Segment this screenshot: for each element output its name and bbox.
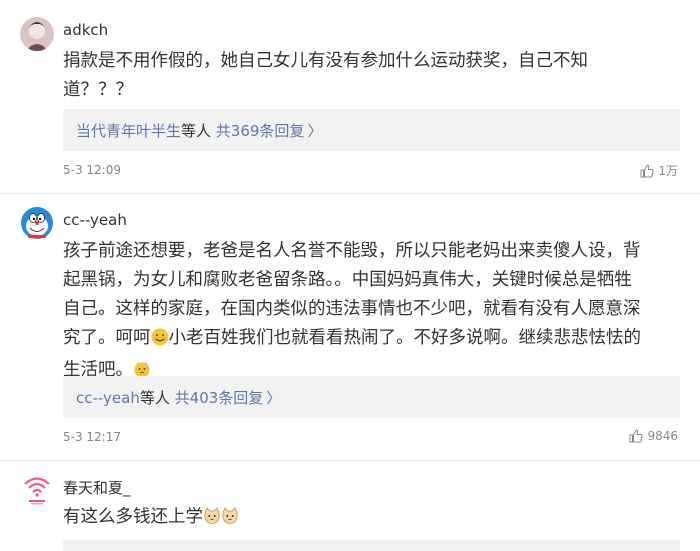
username[interactable]: adkch xyxy=(63,21,108,39)
username[interactable]: cc--yeah xyxy=(63,211,127,229)
username[interactable]: 春天和夏_ xyxy=(63,477,131,498)
timestamp: 5-3 12:09 xyxy=(63,163,121,177)
like-count: 9846 xyxy=(647,429,678,443)
reply-summary-partial[interactable] xyxy=(63,540,680,551)
comment-text: 孩子前途还想要，老爸是名人名誉不能毁，所以只能老妈出来卖傻人设，背 起黑锅，为女… xyxy=(63,237,653,388)
smiling-face-icon xyxy=(151,327,169,356)
reply-mid-text: 等人 xyxy=(181,122,216,140)
cat-face-icon xyxy=(221,506,239,535)
like-button[interactable]: 1万 xyxy=(640,162,678,179)
timestamp: 5-3 12:17 xyxy=(63,430,121,444)
comment-line: 究了。呵呵 小老百姓我们也就看看热闹了。不好多说啊。继续悲悲怯怯的 xyxy=(63,324,653,356)
comment-text: 捐款是不用作假的，她自己女儿有没有参加什么运动获奖，自己不知 道？？？ xyxy=(63,47,653,105)
reply-mid-text: 等人 xyxy=(139,389,175,407)
comment-line: 自己。这样的家庭，在国内类似的违法事情也不少吧，就看有没有人愿意深 xyxy=(63,299,641,319)
reply-summary[interactable]: cc--yeah等人 共403条回复〉 xyxy=(63,376,680,418)
divider xyxy=(0,193,700,194)
like-count: 1万 xyxy=(658,164,678,178)
reply-summary[interactable]: 当代青年叶半生等人 共369条回复〉 xyxy=(63,109,680,151)
chevron-right-icon: 〉 xyxy=(266,389,282,407)
reply-count-link[interactable]: 共403条回复 xyxy=(175,389,264,407)
comment-line: 捐款是不用作假的，她自己女儿有没有参加什么运动获奖，自己不知 xyxy=(63,51,588,71)
reply-count-link[interactable]: 共369条回复 xyxy=(216,122,305,140)
divider xyxy=(0,460,700,461)
avatar-adkch[interactable] xyxy=(20,17,54,51)
thumbs-up-icon xyxy=(640,163,654,177)
avatar-chuntian[interactable] xyxy=(20,472,54,506)
comment-text: 有这么多钱还上学 xyxy=(63,503,653,535)
cat-face-icon xyxy=(203,506,221,535)
thumbs-up-icon xyxy=(629,429,644,443)
reply-users-link[interactable]: 当代青年叶半生 xyxy=(76,122,181,140)
avatar-cc-yeah[interactable] xyxy=(20,206,54,240)
comment-line: 起黑锅，为女儿和腐败老爸留条路。。中国妈妈真伟大，关键时候总是牺牲 xyxy=(63,270,632,290)
comment-line: 道？？？ xyxy=(63,80,133,100)
comment-line: 孩子前途还想要，老爸是名人名誉不能毁，所以只能老妈出来卖傻人设，背 xyxy=(63,241,641,261)
reply-users-link[interactable]: cc--yeah xyxy=(76,389,140,407)
chevron-right-icon: 〉 xyxy=(307,122,323,140)
comment-line: 有这么多钱还上学 xyxy=(63,503,653,535)
like-button[interactable]: 9846 xyxy=(629,429,678,443)
